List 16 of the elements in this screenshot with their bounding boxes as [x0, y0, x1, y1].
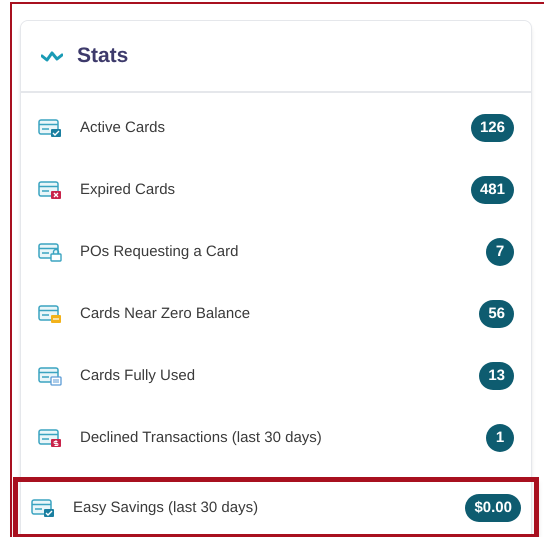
count-badge: 7 — [486, 238, 514, 266]
count-badge: 126 — [470, 114, 514, 142]
stat-label: Cards Fully Used — [80, 366, 196, 386]
activity-icon — [41, 50, 63, 62]
count-badge: 56 — [479, 300, 514, 328]
count-badge: 13 — [479, 362, 514, 390]
count-badge: $0.00 — [465, 494, 521, 522]
panel-title: Stats — [77, 43, 128, 70]
stat-label: Cards Near Zero Balance — [80, 304, 252, 324]
stat-label: Declined Transactions (last 30 days) — [80, 428, 323, 448]
stat-label: Expired Cards — [80, 180, 176, 200]
stat-label: Active Cards — [80, 118, 166, 138]
stat-label: Easy Savings (last 30 days) — [73, 498, 260, 518]
stat-label: POs Requesting a Card — [80, 242, 240, 262]
count-badge: 481 — [470, 176, 514, 204]
count-badge: 1 — [486, 424, 514, 452]
